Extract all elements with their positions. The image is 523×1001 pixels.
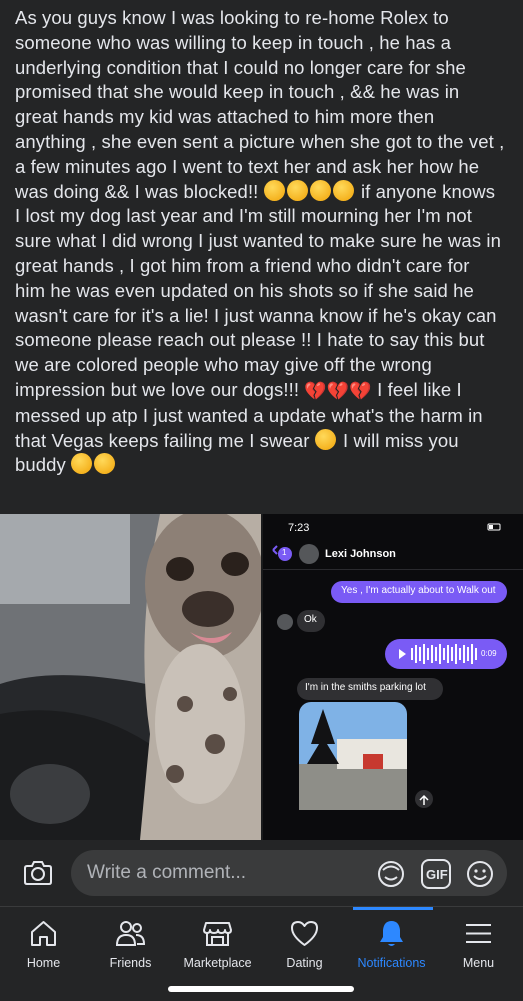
tab-marketplace[interactable]: Marketplace <box>174 907 261 987</box>
broken-heart-emoji: 💔 <box>304 380 327 401</box>
messenger-screenshot[interactable]: 7:23 1 Lexi Johnson Yes , I'm actually a… <box>263 514 523 840</box>
broken-heart-emoji: 💔 <box>349 380 372 401</box>
tab-notifications[interactable]: Notifications <box>348 907 435 987</box>
disappointed-face-emoji <box>332 179 354 201</box>
broken-heart-emoji: 💔 <box>326 380 350 401</box>
tab-home[interactable]: Home <box>0 907 87 987</box>
pleading-face-emoji <box>286 179 308 201</box>
back-count-badge: 1 <box>282 548 287 557</box>
tab-menu[interactable]: Menu <box>435 907 522 987</box>
dating-icon <box>291 921 318 946</box>
relieved-face-emoji <box>309 179 331 201</box>
dog-photo[interactable] <box>0 514 261 840</box>
friends-icon <box>115 921 146 946</box>
avatar-sticker-icon[interactable] <box>376 859 406 889</box>
post-text: As you guys know I was looking to re-hom… <box>15 7 505 476</box>
comment-input[interactable] <box>87 862 357 884</box>
camera-icon[interactable] <box>22 857 54 889</box>
gif-label: GIF <box>426 867 448 882</box>
kissing-face-emoji <box>71 453 93 475</box>
tab-label: Notifications <box>357 956 426 970</box>
tab-label: Home <box>26 956 61 970</box>
sad-relieved-face-emoji <box>94 453 116 475</box>
comment-composer: GIF <box>0 840 523 906</box>
bell-icon <box>380 921 403 946</box>
dog-photo-illustration <box>0 514 261 840</box>
home-indicator[interactable] <box>168 986 354 992</box>
emoji-icon[interactable] <box>465 859 495 889</box>
contact-name: Lexi Johnson <box>325 548 396 560</box>
tab-label: Dating <box>286 956 323 970</box>
tab-label: Marketplace <box>183 956 252 970</box>
status-time: 7:23 <box>288 522 310 534</box>
tab-dating[interactable]: Dating <box>261 907 348 987</box>
tab-label: Friends <box>109 956 152 970</box>
received-message: I'm in the smiths parking lot <box>305 682 426 693</box>
gif-button[interactable]: GIF <box>421 859 451 889</box>
tab-label: Menu <box>462 956 495 970</box>
marketplace-icon <box>203 922 232 946</box>
sent-message: Yes , I'm actually about to Walk out <box>341 585 496 596</box>
menu-icon <box>466 924 491 943</box>
post-photos[interactable]: 7:23 1 Lexi Johnson Yes , I'm actually a… <box>0 514 523 840</box>
received-message: Ok <box>304 614 317 625</box>
comment-box[interactable]: GIF <box>71 850 507 896</box>
messenger-screenshot-illustration <box>263 514 523 840</box>
voice-duration: 0:09 <box>481 649 497 658</box>
pleading-face-emoji <box>314 428 336 450</box>
home-icon <box>31 921 56 946</box>
tab-friends[interactable]: Friends <box>87 907 174 987</box>
pleading-face-emoji <box>263 179 285 201</box>
